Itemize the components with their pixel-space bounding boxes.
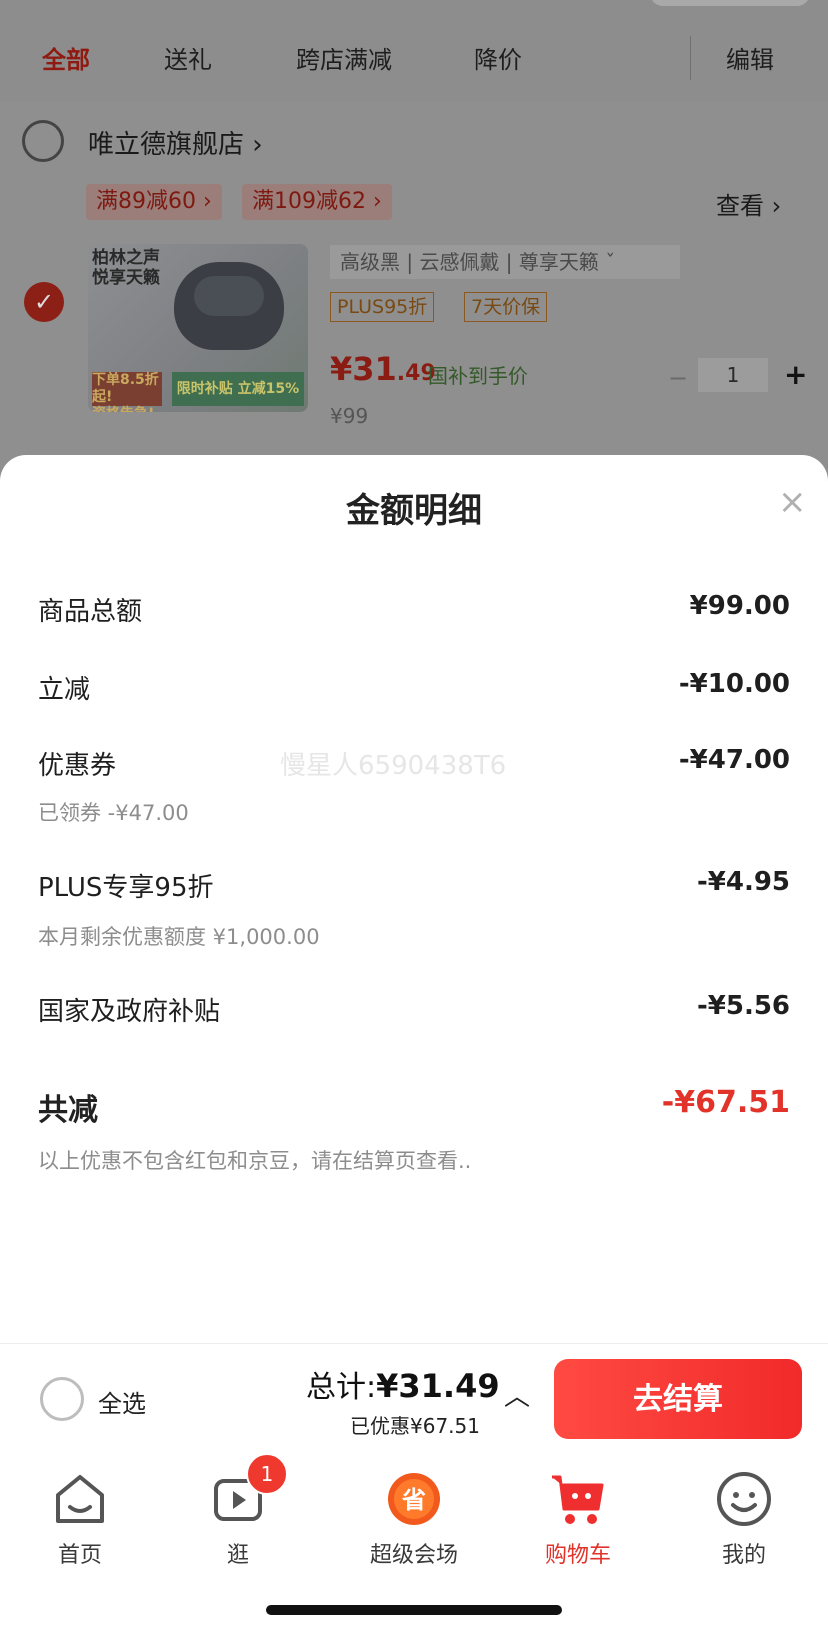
tab-divider — [690, 36, 691, 80]
select-all-checkbox[interactable] — [40, 1377, 84, 1421]
total-price: 总计:¥31.49 — [306, 1367, 500, 1405]
edit-button[interactable]: 编辑 — [726, 40, 774, 75]
sheet-title: 金额明细 — [346, 491, 482, 531]
mega-sale-icon: 省 — [384, 1469, 444, 1529]
video-icon: 1 — [208, 1453, 288, 1529]
close-icon[interactable]: × — [778, 485, 807, 519]
row-sub-coupon: 已领券 -¥47.00 — [38, 801, 189, 825]
svg-text:省: 省 — [401, 1486, 426, 1514]
quantity-input[interactable]: 1 — [698, 358, 768, 392]
bottom-nav: 首页 1 逛 省 超级会场 购物车 我的 — [0, 1453, 828, 1635]
total-discount-value: -¥67.51 — [661, 1085, 790, 1120]
nav-item-cart[interactable]: 购物车 — [518, 1469, 638, 1569]
discount-footnote: 以上优惠不包含红包和京豆，请在结算页查看.. — [38, 1149, 472, 1173]
saved-amount: 已优惠¥67.51 — [350, 1414, 480, 1438]
row-label-subtotal: 商品总额 — [38, 597, 143, 627]
qty-plus-button[interactable]: + — [784, 358, 807, 391]
nav-item-mega-sale[interactable]: 省 超级会场 — [354, 1469, 474, 1569]
row-label-coupon: 优惠券 — [38, 751, 117, 781]
watermark: 慢星人6590438T6 — [280, 751, 507, 781]
thumb-promo: 限时补贴 立减15% — [172, 372, 304, 406]
thumb-title: 柏林之声 悦享天籁 — [92, 248, 160, 288]
total-discount-label: 共减 — [38, 1093, 98, 1128]
shop-name[interactable]: 唯立德旗舰店 › — [88, 124, 263, 161]
row-label-instant-discount: 立减 — [38, 675, 91, 705]
item-checked-icon[interactable]: ✓ — [24, 282, 64, 322]
cart-tabs: 全部 送礼 跨店满减 降价 编辑 — [0, 26, 828, 86]
promo-chip-1[interactable]: 满89减60 › — [86, 184, 222, 220]
nav-item-profile[interactable]: 我的 — [684, 1469, 804, 1569]
profile-icon — [714, 1469, 774, 1529]
home-indicator — [266, 1605, 562, 1615]
product-price: ¥31.49 — [330, 350, 436, 388]
row-label-subsidy: 国家及政府补贴 — [38, 997, 221, 1027]
row-value-subsidy: -¥5.56 — [696, 991, 790, 1021]
select-all-label[interactable]: 全选 — [98, 1384, 146, 1419]
original-price: ¥99 — [330, 404, 369, 428]
earbuds-case-image — [174, 262, 284, 350]
thumb-badge: 下单8.5折起! 资格告急! — [92, 372, 162, 412]
price-protect-tag: 7天价保 — [464, 292, 548, 322]
cart-background: 全部 送礼 跨店满减 降价 编辑 唯立德旗舰店 › 满89减60 › 满109减… — [0, 0, 828, 455]
price-note: 国补到手价 — [428, 364, 528, 388]
nav-label-home: 首页 — [57, 1543, 102, 1568]
search-pill — [650, 0, 810, 6]
plus-discount-tag: PLUS95折 — [330, 292, 435, 322]
row-value-instant-discount: -¥10.00 — [678, 669, 790, 699]
promo-chip-2[interactable]: 满109减62 › — [242, 184, 392, 220]
qty-minus-button[interactable]: − — [668, 364, 688, 392]
home-icon — [50, 1469, 110, 1529]
row-value-subtotal: ¥99.00 — [689, 591, 790, 621]
product-thumbnail[interactable]: 柏林之声 悦享天籁 下单8.5折起! 资格告急! 限时补贴 立减15% — [88, 244, 308, 412]
nav-label-cart: 购物车 — [544, 1543, 611, 1568]
checkout-bar: 全选 总计:¥31.49 已优惠¥67.51 ︿ 去结算 — [0, 1343, 828, 1456]
checkout-button[interactable]: 去结算 — [554, 1359, 802, 1439]
nav-label-profile: 我的 — [721, 1543, 766, 1568]
nav-item-home[interactable]: 首页 — [20, 1469, 140, 1569]
cart-icon — [548, 1469, 608, 1529]
row-value-coupon: -¥47.00 — [678, 745, 790, 775]
view-promo-link[interactable]: 查看 › — [716, 186, 781, 221]
shop-select-checkbox[interactable] — [22, 120, 64, 162]
chevron-up-icon[interactable]: ︿ — [504, 1376, 530, 1413]
nav-label-browse: 逛 — [226, 1543, 249, 1568]
tab-price-drop[interactable]: 降价 — [474, 40, 522, 75]
row-label-plus: PLUS专享95折 — [38, 873, 214, 903]
tab-all[interactable]: 全部 — [42, 40, 90, 75]
tab-gift[interactable]: 送礼 — [164, 40, 212, 75]
shop-card: 唯立德旗舰店 › 满89减60 › 满109减62 › 查看 › ✓ 柏林之声 … — [0, 102, 828, 455]
row-sub-plus: 本月剩余优惠额度 ¥1,000.00 — [38, 925, 320, 949]
tab-cross-store[interactable]: 跨店满减 — [296, 40, 392, 75]
row-value-plus: -¥4.95 — [696, 867, 790, 897]
nav-item-browse[interactable]: 1 逛 — [178, 1453, 298, 1569]
product-spec-selector[interactable]: 高级黑 | 云感佩戴 | 尊享天籁 ˇ — [330, 245, 680, 279]
notification-badge: 1 — [246, 1453, 288, 1495]
nav-label-mega-sale: 超级会场 — [369, 1543, 458, 1568]
